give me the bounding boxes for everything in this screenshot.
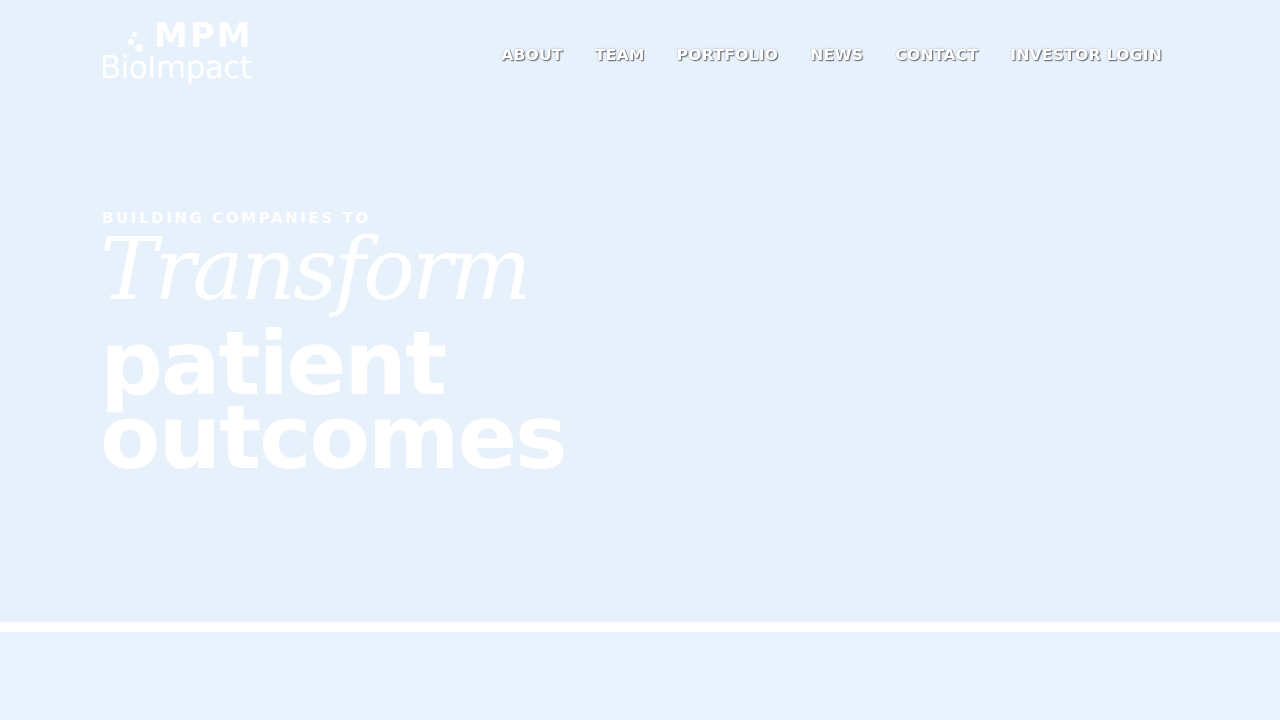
site-logo[interactable]: MPM BioImpact: [100, 18, 255, 90]
hero-section: MPM BioImpact ABOUT TEAM PORTFOLIO NEWS …: [0, 0, 1280, 622]
nav-about[interactable]: ABOUT: [501, 44, 563, 66]
logo-bioimpact-text: BioImpact: [100, 50, 252, 86]
nav-contact[interactable]: CONTACT: [895, 44, 978, 66]
section-divider: [0, 622, 1280, 632]
hero-script-word: Transform: [100, 220, 532, 320]
lower-section: [0, 632, 1280, 720]
nav-team[interactable]: TEAM: [595, 44, 645, 66]
nav-portfolio[interactable]: PORTFOLIO: [677, 44, 779, 66]
nav-news[interactable]: NEWS: [810, 44, 863, 66]
main-nav: ABOUT TEAM PORTFOLIO NEWS CONTACT INVEST…: [501, 44, 1162, 66]
hero-headline-line2: outcomes: [100, 386, 568, 489]
nav-investor-login[interactable]: INVESTOR LOGIN: [1010, 44, 1162, 66]
logo-mpm-text: MPM: [154, 16, 253, 56]
